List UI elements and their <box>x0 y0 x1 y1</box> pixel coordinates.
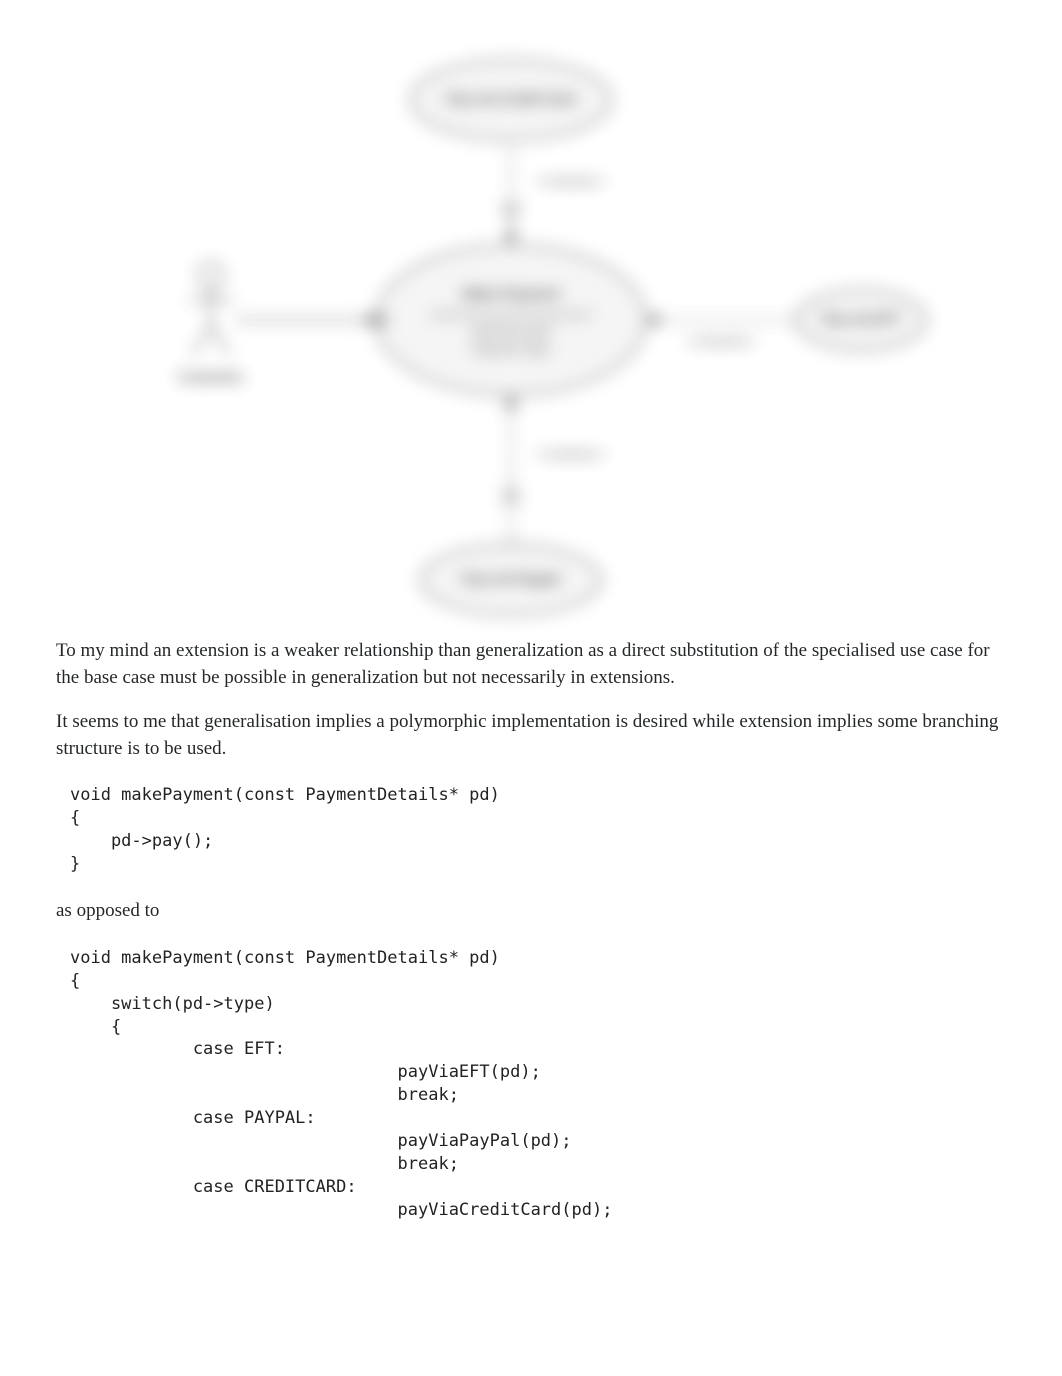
right-use-case: Pay via EFT <box>796 290 926 350</box>
center-sub2: Payment Type <box>473 342 550 356</box>
extends-bottom-label: <<extends>> <box>536 447 606 461</box>
bottom-ellipse-text: Pay via Paypal <box>462 571 559 587</box>
extends-top-label: <<extends>> <box>536 174 606 188</box>
top-ellipse-text: Pay via Credit Card <box>447 91 575 107</box>
actor-label: Customer <box>178 369 244 385</box>
center-use-case: Make Payment extension point Payment Typ… <box>376 245 646 395</box>
paragraph-2: It seems to me that generalisation impli… <box>56 709 1006 762</box>
document-page: Customer Make Payment extension point Pa… <box>0 0 1062 1284</box>
actor-customer: Customer <box>178 263 244 385</box>
code-block-1: void makePayment(const PaymentDetails* p… <box>70 784 1006 876</box>
center-sub1: extension point <box>471 324 552 338</box>
arrow-assoc-right <box>366 314 376 326</box>
use-case-diagram: Customer Make Payment extension point Pa… <box>131 20 931 620</box>
extends-bottom: <<extends>> <box>503 395 606 545</box>
extends-right-label: <<extends>> <box>686 334 756 348</box>
paragraph-1: To my mind an extension is a weaker rela… <box>56 638 1006 691</box>
code-block-2: void makePayment(const PaymentDetails* p… <box>70 947 1006 1222</box>
top-use-case: Pay via Credit Card <box>411 60 611 140</box>
bottom-use-case: Pay via Paypal <box>421 545 601 615</box>
between-text: as opposed to <box>56 898 1006 925</box>
center-title: Make Payment <box>462 286 560 302</box>
right-ellipse-text: Pay via EFT <box>822 311 901 327</box>
extends-top: <<extends>> <box>503 145 606 245</box>
diagram-container: Customer Make Payment extension point Pa… <box>56 20 1006 620</box>
extends-right: <<extends>> <box>646 314 796 348</box>
